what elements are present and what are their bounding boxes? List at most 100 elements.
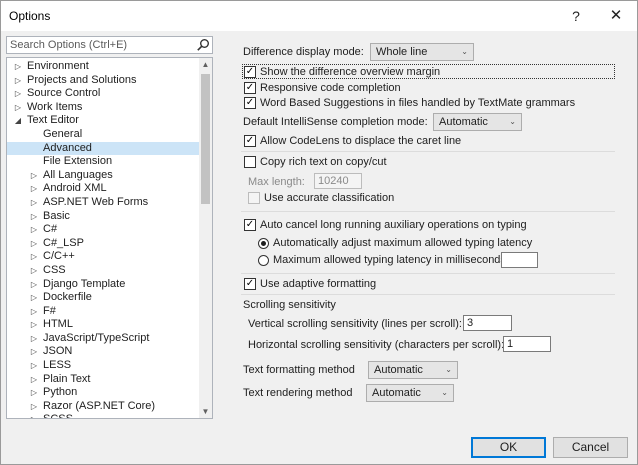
tree-item[interactable]: ▷ C#	[7, 223, 200, 237]
tree-item-label: Source Control	[27, 87, 101, 100]
auto-cancel-checkbox[interactable]: ✓	[244, 219, 256, 231]
tree-item[interactable]: ▷ Dockerfile	[7, 291, 200, 305]
separator	[241, 211, 615, 212]
tree-item[interactable]: ▷ SCSS	[7, 413, 200, 418]
collapsed-arrow-icon[interactable]: ▷	[29, 318, 39, 332]
tree-item[interactable]: ▷ LESS	[7, 359, 200, 373]
search-input[interactable]	[7, 37, 192, 53]
max-latency-label: Maximum allowed typing latency in millis…	[273, 254, 509, 266]
tree-item[interactable]: Advanced	[7, 141, 200, 156]
text-format-value: Automatic	[374, 364, 423, 376]
scroll-down-arrow-icon[interactable]: ▼	[199, 405, 212, 418]
tree-item-label: All Languages	[43, 168, 113, 181]
tree-item[interactable]: ▷ HTML	[7, 318, 200, 332]
collapsed-arrow-icon[interactable]: ▷	[13, 74, 23, 88]
tree-item-label: General	[43, 127, 83, 140]
tree-item-label: ASP.NET Web Forms	[43, 195, 149, 208]
collapsed-arrow-icon[interactable]: ▷	[29, 332, 39, 346]
collapsed-arrow-icon[interactable]: ▷	[29, 373, 39, 387]
text-render-select[interactable]: Automatic ⌄	[366, 384, 454, 402]
collapsed-arrow-icon[interactable]: ▷	[29, 250, 39, 264]
ok-button[interactable]: OK	[471, 437, 546, 458]
collapsed-arrow-icon[interactable]: ▷	[29, 291, 39, 305]
collapsed-arrow-icon[interactable]: ▷	[29, 413, 39, 418]
collapsed-arrow-icon[interactable]: ▷	[29, 345, 39, 359]
tree-item[interactable]: ▷ C/C++	[7, 250, 200, 264]
collapsed-arrow-icon[interactable]: ▷	[13, 87, 23, 101]
options-dialog: Options ? ✕ ▷ Environment ▷ Projects and So…	[0, 0, 638, 465]
tree-scrollbar[interactable]: ▲ ▼	[199, 58, 212, 418]
tree-item[interactable]: ▷ C#_LSP	[7, 237, 200, 251]
tree-item[interactable]: ▷ All Languages	[7, 169, 200, 183]
help-button[interactable]: ?	[563, 5, 589, 27]
scroll-up-arrow-icon[interactable]: ▲	[199, 58, 212, 71]
tree-item-label: C#_LSP	[43, 236, 84, 249]
collapsed-arrow-icon[interactable]: ▷	[13, 101, 23, 115]
max-latency-radio[interactable]	[258, 255, 269, 266]
max-length-input[interactable]: 10240	[314, 173, 362, 189]
chevron-down-icon: ⌄	[509, 117, 516, 126]
tree-item[interactable]: General	[7, 128, 200, 142]
tree-item[interactable]: ▷ JavaScript/TypeScript	[7, 332, 200, 346]
responsive-completion-checkbox[interactable]: ✓	[244, 82, 256, 94]
vscroll-label: Vertical scrolling sensitivity (lines pe…	[248, 318, 462, 330]
hscroll-input[interactable]: 1	[503, 336, 551, 352]
tree-item[interactable]: ▷ ASP.NET Web Forms	[7, 196, 200, 210]
options-tree[interactable]: ▷ Environment ▷ Projects and Solutions ▷ Sour…	[6, 57, 213, 419]
tree-item[interactable]: ▷ JSON	[7, 345, 200, 359]
diff-mode-label: Difference display mode:	[243, 46, 364, 58]
collapsed-arrow-icon[interactable]: ▷	[29, 400, 39, 414]
show-diff-margin-checkbox[interactable]: ✓	[244, 66, 256, 78]
tree-item-label: Razor (ASP.NET Core)	[43, 399, 156, 412]
tree-item[interactable]: ▷ CSS	[7, 264, 200, 278]
word-suggestions-checkbox[interactable]: ✓	[244, 97, 256, 109]
tree-item[interactable]: ▷ Razor (ASP.NET Core)	[7, 400, 200, 414]
collapsed-arrow-icon[interactable]: ▷	[29, 264, 39, 278]
tree-item[interactable]: ◢ Text Editor	[7, 114, 200, 128]
tree-item[interactable]: ▷ Android XML	[7, 182, 200, 196]
tree-item[interactable]: ▷ Django Template	[7, 278, 200, 292]
adaptive-checkbox[interactable]: ✓	[244, 278, 256, 290]
max-latency-input[interactable]	[501, 252, 538, 268]
expanded-arrow-icon[interactable]: ◢	[13, 114, 23, 128]
tree-item[interactable]: ▷ Environment	[7, 60, 200, 74]
text-format-select[interactable]: Automatic ⌄	[368, 361, 458, 379]
tree-rows: ▷ Environment ▷ Projects and Solutions ▷ Sour…	[7, 60, 200, 418]
tree-item-label: Android XML	[43, 182, 107, 195]
tree-item[interactable]: ▷ Basic	[7, 210, 200, 224]
tree-item[interactable]: ▷ Projects and Solutions	[7, 74, 200, 88]
text-render-label: Text rendering method	[243, 387, 353, 399]
close-button[interactable]: ✕	[603, 5, 629, 27]
cancel-button[interactable]: Cancel	[553, 437, 628, 458]
collapsed-arrow-icon[interactable]: ▷	[29, 169, 39, 183]
search-icon[interactable]	[196, 38, 210, 52]
tree-item[interactable]: ▷ Source Control	[7, 87, 200, 101]
tree-item-label: HTML	[43, 318, 73, 331]
intellisense-select[interactable]: Automatic ⌄	[433, 113, 522, 131]
codelens-checkbox[interactable]: ✓	[244, 135, 256, 147]
collapsed-arrow-icon[interactable]: ▷	[29, 182, 39, 196]
collapsed-arrow-icon[interactable]: ▷	[29, 386, 39, 400]
copy-rich-checkbox[interactable]	[244, 156, 256, 168]
collapsed-arrow-icon[interactable]: ▷	[29, 196, 39, 210]
collapsed-arrow-icon[interactable]: ▷	[29, 210, 39, 224]
scrollbar-thumb[interactable]	[201, 74, 210, 204]
diff-mode-select[interactable]: Whole line ⌄	[370, 43, 474, 61]
auto-adjust-radio[interactable]	[258, 238, 269, 249]
vscroll-input[interactable]: 3	[463, 315, 512, 331]
collapsed-arrow-icon[interactable]: ▷	[13, 60, 23, 74]
collapsed-arrow-icon[interactable]: ▷	[29, 305, 39, 319]
collapsed-arrow-icon[interactable]: ▷	[29, 359, 39, 373]
accurate-class-checkbox[interactable]	[248, 192, 260, 204]
tree-item[interactable]: ▷ Plain Text	[7, 373, 200, 387]
show-diff-margin-label: Show the difference overview margin	[260, 66, 441, 78]
tree-item[interactable]: ▷ Python	[7, 386, 200, 400]
tree-item[interactable]: File Extension	[7, 155, 200, 169]
collapsed-arrow-icon[interactable]: ▷	[29, 223, 39, 237]
collapsed-arrow-icon[interactable]: ▷	[29, 237, 39, 251]
collapsed-arrow-icon[interactable]: ▷	[29, 278, 39, 292]
tree-item[interactable]: ▷ F#	[7, 305, 200, 319]
tree-item[interactable]: ▷ Work Items	[7, 101, 200, 115]
tree-item-label: C#	[43, 223, 58, 236]
diff-mode-value: Whole line	[376, 46, 428, 58]
